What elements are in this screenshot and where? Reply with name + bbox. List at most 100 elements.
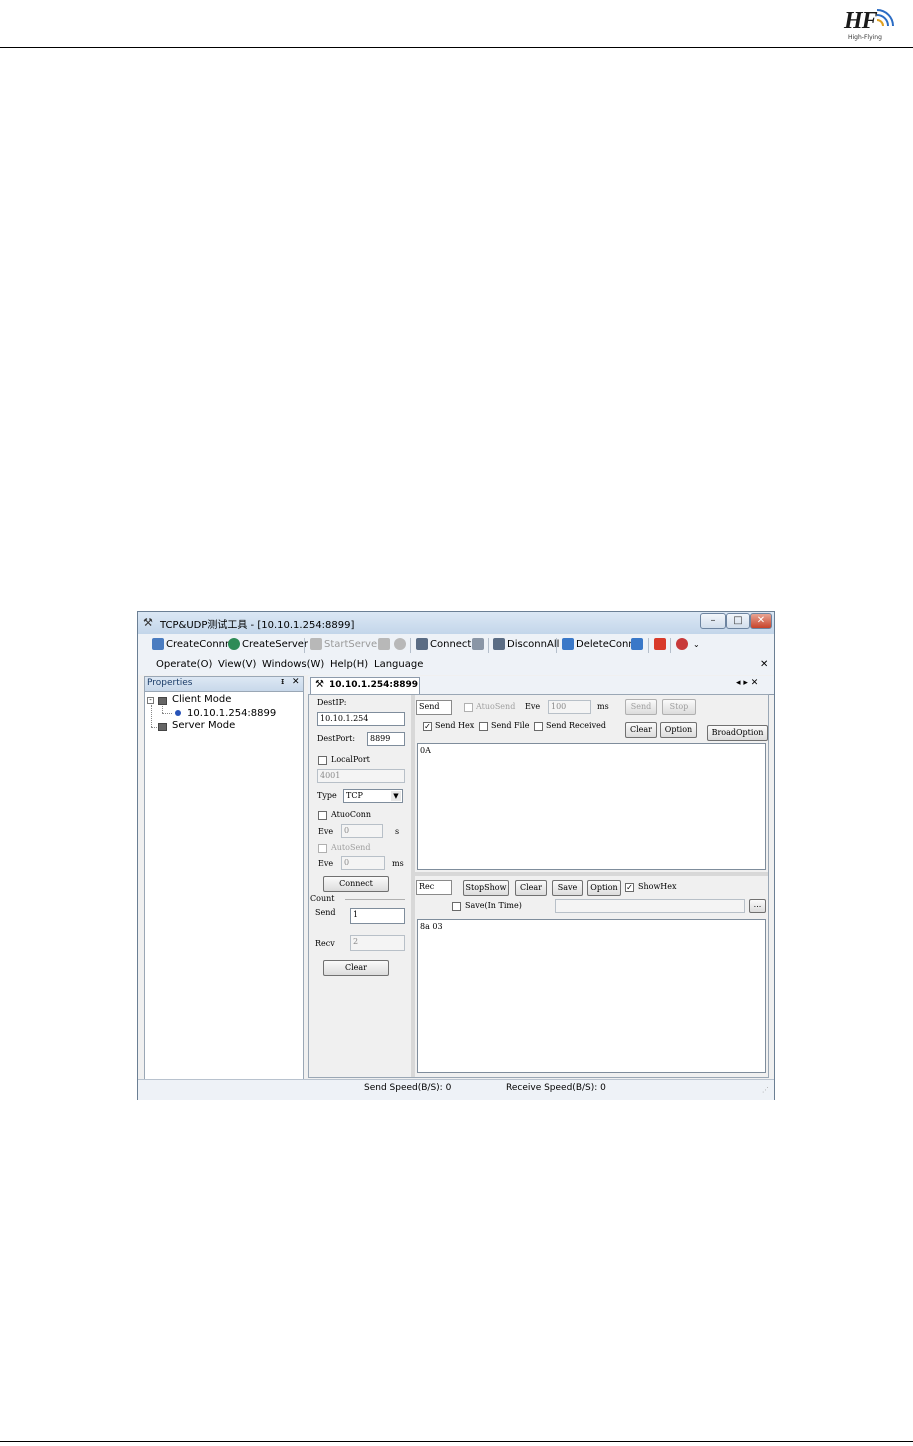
panel-splitter[interactable] xyxy=(411,695,415,1077)
connection-dot-icon xyxy=(175,710,181,716)
dest-ip-input[interactable]: 10.10.1.254 xyxy=(317,712,405,726)
maximize-button[interactable]: □ xyxy=(726,613,750,629)
recv-textarea[interactable]: 8a 03 xyxy=(417,919,766,1073)
auto-send-left-label: AutoSend xyxy=(331,843,371,852)
send-button[interactable]: Send xyxy=(625,699,657,715)
send-hex-checkbox[interactable]: ✓ xyxy=(423,722,432,731)
pin-icon[interactable]: ᵻ xyxy=(281,677,284,687)
create-conn-button[interactable]: CreateConnn xyxy=(166,639,231,650)
globe-icon xyxy=(228,638,240,650)
status-bar: Send Speed(B/S): 0 Receive Speed(B/S): 0… xyxy=(138,1079,774,1100)
auto-conn-checkbox[interactable] xyxy=(318,811,327,820)
tree-item-server-mode[interactable]: Server Mode xyxy=(172,720,235,731)
dest-port-input[interactable]: 8899 xyxy=(367,732,405,746)
save-in-time-label: Save(In Time) xyxy=(465,901,522,910)
tree-connector xyxy=(162,713,172,714)
properties-close-icon[interactable]: ✕ xyxy=(292,677,300,687)
delete-conn-button[interactable]: DeleteConn xyxy=(576,639,635,650)
tree-item-client-mode[interactable]: Client Mode xyxy=(172,694,231,705)
tab-connection[interactable]: ⚒ 10.10.1.254:8899 xyxy=(310,677,420,694)
menu-help[interactable]: Help(H) xyxy=(330,659,368,670)
save-path-input[interactable] xyxy=(555,899,745,913)
disconn-all-icon xyxy=(493,638,505,650)
eve-input[interactable]: 100 xyxy=(548,700,591,714)
toolbar-separator xyxy=(410,638,411,653)
menu-windows[interactable]: Windows(W) xyxy=(262,659,324,670)
start-server-button[interactable]: StartServer xyxy=(324,639,381,650)
menu-bar: Operate(O) View(V) Windows(W) Help(H) La… xyxy=(138,657,774,675)
tree-collapse-icon[interactable]: - xyxy=(147,697,154,704)
dest-port-label: DestPort: xyxy=(317,734,356,743)
auto-send-checkbox[interactable] xyxy=(464,703,473,712)
browse-button[interactable]: ... xyxy=(749,899,766,913)
exit-icon[interactable] xyxy=(676,638,688,650)
send-textarea[interactable]: 0A xyxy=(417,743,766,870)
footer-rule xyxy=(0,1441,913,1442)
auto-conn-eve-input[interactable]: 0 xyxy=(341,824,383,838)
recv-count-input[interactable]: 2 xyxy=(350,935,405,951)
menu-close-icon[interactable]: ✕ xyxy=(760,659,768,670)
app-icon: ⚒ xyxy=(143,616,153,629)
type-label: Type xyxy=(317,791,337,800)
local-port-checkbox[interactable] xyxy=(318,756,327,765)
create-server-button[interactable]: CreateServer xyxy=(242,639,308,650)
auto-send-eve-input[interactable]: 0 xyxy=(341,856,385,870)
tree-connector xyxy=(151,727,157,728)
stop-server-icon[interactable] xyxy=(378,638,390,650)
send-file-checkbox[interactable] xyxy=(479,722,488,731)
resize-grip-icon[interactable]: ⋰ xyxy=(762,1086,769,1094)
save-in-time-checkbox[interactable] xyxy=(452,902,461,911)
menu-view[interactable]: View(V) xyxy=(218,659,256,670)
send-recv-splitter[interactable] xyxy=(415,872,768,876)
stop-button[interactable]: Stop xyxy=(662,699,696,715)
toolbar-separator xyxy=(648,638,649,653)
send-clear-button[interactable]: Clear xyxy=(625,722,657,738)
recv-option-button[interactable]: Option xyxy=(587,880,621,896)
power-icon[interactable] xyxy=(654,638,666,650)
rec-group-label: Rec xyxy=(416,880,452,895)
broad-option-button[interactable]: BroadOption xyxy=(707,725,768,741)
eve-unit: ms xyxy=(597,702,609,711)
send-count-label: Send xyxy=(315,908,336,917)
send-speed-status: Send Speed(B/S): 0 xyxy=(364,1083,452,1093)
local-port-label: LocalPort xyxy=(331,755,370,764)
send-count-input[interactable]: 1 xyxy=(350,908,405,924)
tree-connector xyxy=(162,706,163,713)
tree-connector xyxy=(151,705,152,727)
close-button[interactable]: ✕ xyxy=(750,613,772,629)
show-hex-checkbox[interactable]: ✓ xyxy=(625,883,634,892)
type-select[interactable]: TCP ▼ xyxy=(343,789,403,803)
toolbar-overflow-icon[interactable]: ⌄ xyxy=(693,640,700,649)
header-rule xyxy=(0,47,913,48)
app-window: ⚒ TCP&UDP测试工具 - [10.10.1.254:8899] – □ ✕… xyxy=(137,611,775,1100)
disconnect-icon[interactable] xyxy=(472,638,484,650)
wifi-arc-icon xyxy=(876,9,894,27)
settings-icon[interactable] xyxy=(631,638,643,650)
delete-conn-icon xyxy=(562,638,574,650)
tab-label: 10.10.1.254:8899 xyxy=(329,680,419,690)
toolbar-separator xyxy=(670,638,671,653)
minimize-button[interactable]: – xyxy=(700,613,726,629)
server-status-icon[interactable] xyxy=(394,638,406,650)
tree-item-connection[interactable]: 10.10.1.254:8899 xyxy=(187,708,276,719)
clear-count-button[interactable]: Clear xyxy=(323,960,389,976)
save-button[interactable]: Save xyxy=(552,880,583,896)
connect-button-left[interactable]: Connect xyxy=(323,876,389,892)
local-port-input[interactable]: 4001 xyxy=(317,769,405,783)
count-divider xyxy=(345,899,405,900)
disconn-all-button[interactable]: DisconnAll xyxy=(507,639,559,650)
stop-show-button[interactable]: StopShow xyxy=(463,880,509,896)
menu-operate[interactable]: Operate(O) xyxy=(156,659,212,670)
properties-panel: Properties ᵻ ✕ - Client Mode 10.10.1.254… xyxy=(144,676,304,1080)
send-option-button[interactable]: Option xyxy=(660,722,697,738)
auto-send-left-checkbox[interactable] xyxy=(318,844,327,853)
logo-text: HF xyxy=(844,8,878,34)
recv-clear-button[interactable]: Clear xyxy=(515,880,547,896)
send-received-checkbox[interactable] xyxy=(534,722,543,731)
menu-language[interactable]: Language xyxy=(374,659,423,670)
connect-button[interactable]: Connect xyxy=(430,639,471,650)
tab-nav-icons[interactable]: ◂ ▸ ✕ xyxy=(736,678,758,688)
logo-subtitle: High-Flying xyxy=(848,34,882,41)
show-hex-label: ShowHex xyxy=(638,882,677,891)
send-group-label: Send xyxy=(416,700,452,715)
